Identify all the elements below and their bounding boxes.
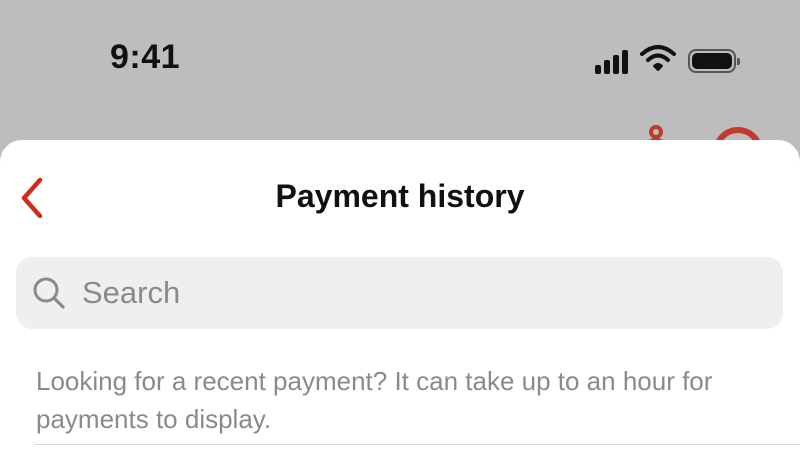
page-title: Payment history <box>275 178 525 214</box>
app-screen: 9:41 Payment history Search Looking for … <box>0 0 800 450</box>
status-icons <box>595 44 740 77</box>
wifi-icon <box>640 44 676 77</box>
divider <box>34 444 800 445</box>
search-icon <box>32 276 66 310</box>
info-message: Looking for a recent payment? It can tak… <box>36 366 713 434</box>
signal-icon <box>595 48 628 74</box>
battery-icon <box>688 48 740 73</box>
search-input[interactable] <box>80 267 734 319</box>
nav-bar: Payment history <box>0 140 800 256</box>
payment-history-sheet: Payment history Looking for a recent pay… <box>0 140 800 450</box>
search-field[interactable] <box>16 257 783 329</box>
status-bar: 9:41 <box>0 0 800 120</box>
status-time: 9:41 <box>110 38 181 76</box>
